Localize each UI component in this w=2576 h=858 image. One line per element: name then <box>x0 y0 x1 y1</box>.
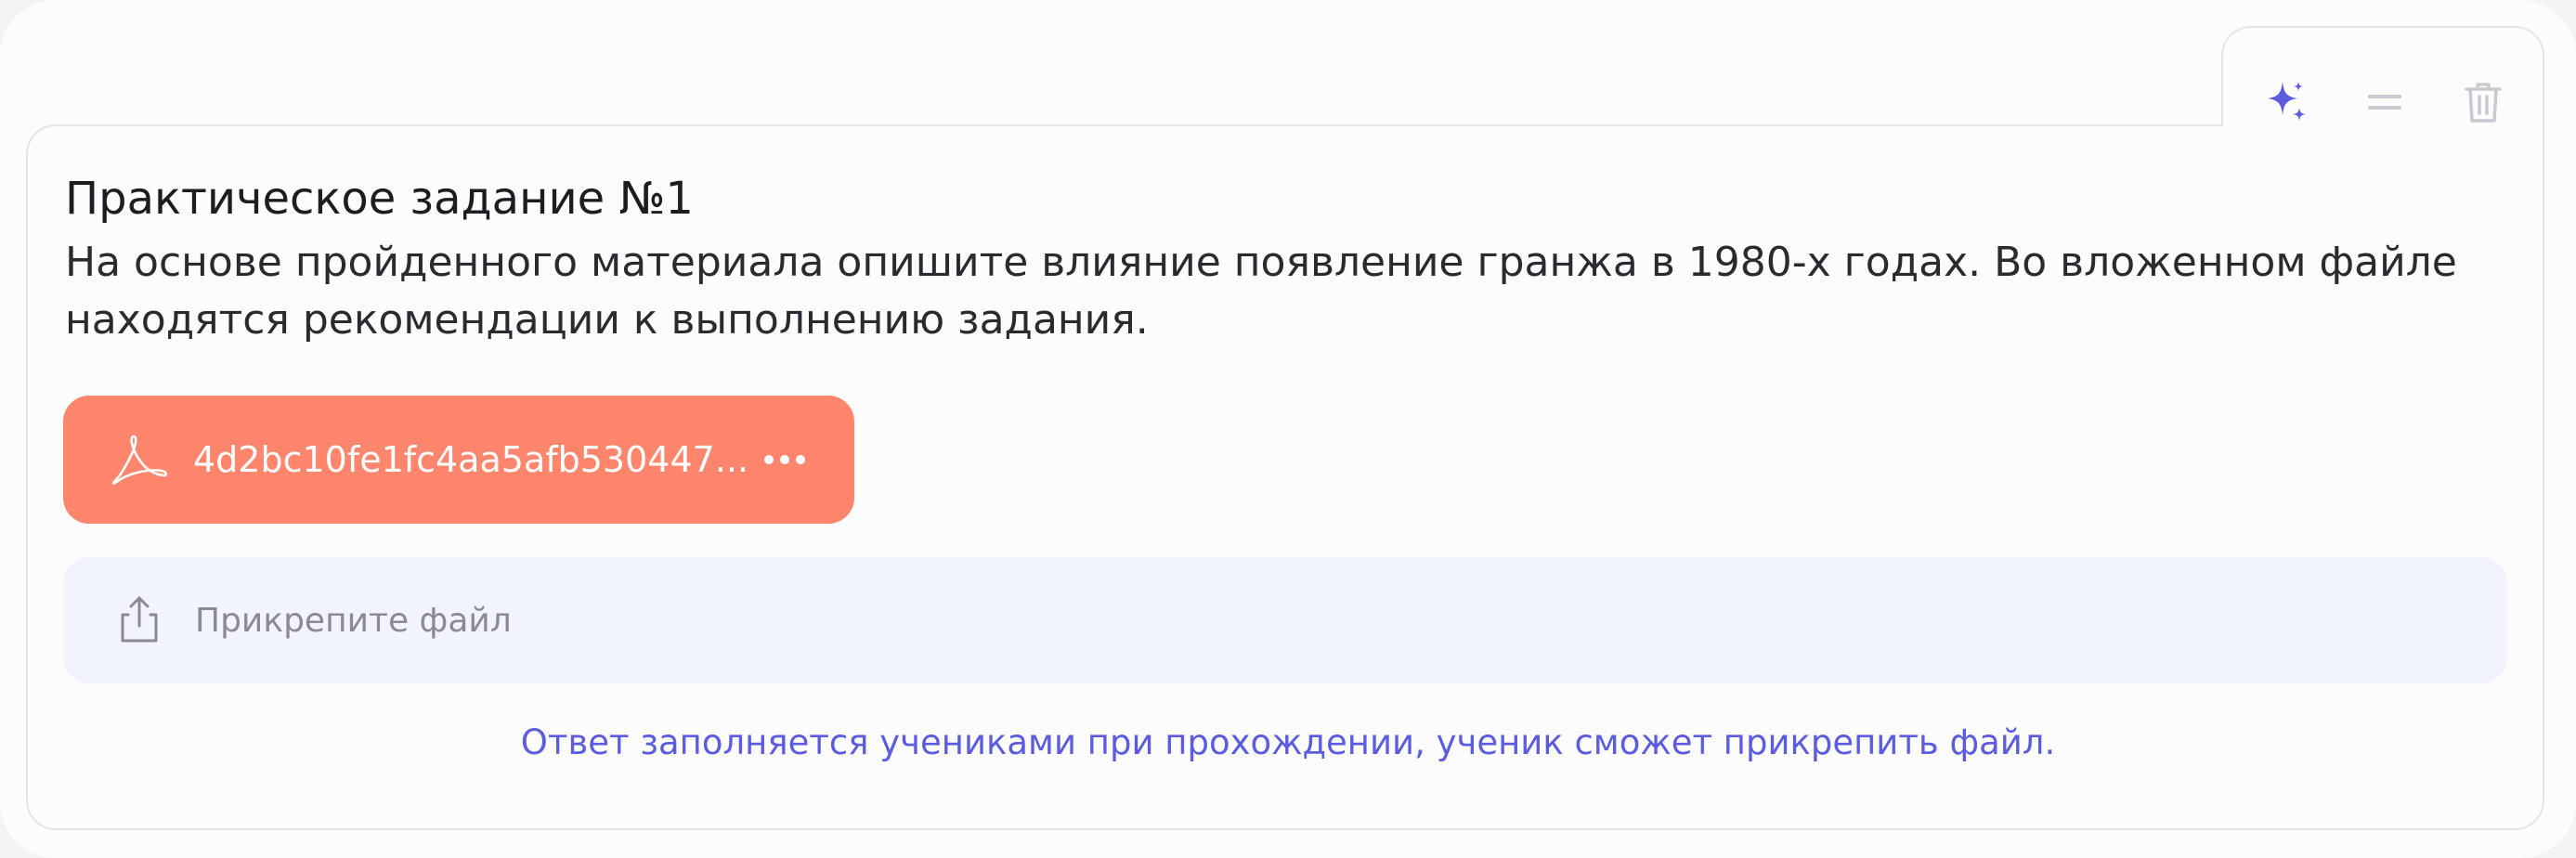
upload-dropzone[interactable]: Прикрепите файл <box>63 557 2507 683</box>
more-horizontal-icon[interactable] <box>754 436 815 483</box>
task-description: На основе пройденного материала опишите … <box>65 239 2457 344</box>
more-dot <box>796 455 805 464</box>
more-dot <box>764 455 774 464</box>
sparkle-icon[interactable] <box>2260 76 2312 128</box>
task-title: Практическое задание №1 <box>65 173 694 225</box>
more-dot <box>780 455 789 464</box>
toolbar-card-join <box>2223 124 2543 128</box>
trash-icon[interactable] <box>2457 76 2509 128</box>
upload-icon <box>121 596 158 643</box>
upload-label: Прикрепите файл <box>195 602 512 640</box>
attachment-file-chip[interactable]: 4d2bc10fe1fc4aa5afb530447... <box>63 396 854 524</box>
pdf-icon <box>111 435 168 485</box>
attachment-file-name: 4d2bc10fe1fc4aa5afb530447... <box>193 439 749 480</box>
student-answer-hint: Ответ заполняется учениками при прохожде… <box>520 722 2056 762</box>
drag-handle-icon[interactable] <box>2359 76 2411 128</box>
